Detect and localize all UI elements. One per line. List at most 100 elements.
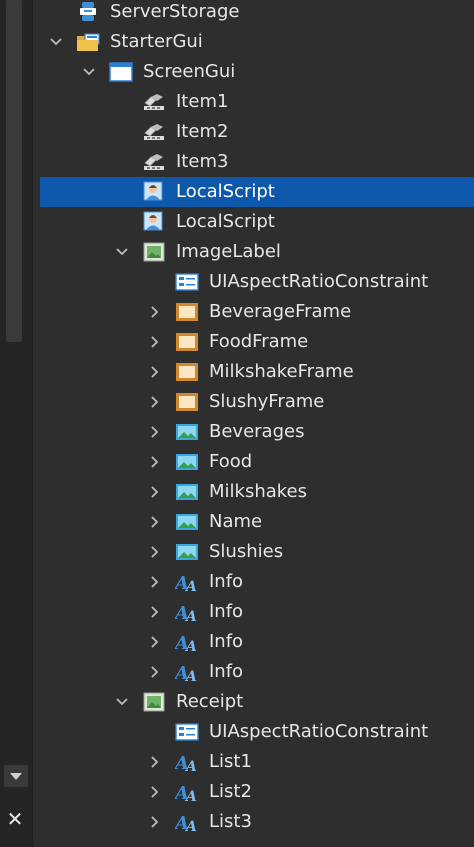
chevron-right-icon[interactable] — [146, 657, 164, 687]
chevron-right-icon[interactable] — [146, 327, 164, 357]
folder-gui-icon — [76, 31, 100, 53]
tree-row[interactable]: FoodFrame — [40, 327, 474, 357]
frame-icon — [175, 391, 199, 413]
tree-item-label: Item3 — [176, 151, 229, 172]
tree-item-label: Info — [209, 631, 244, 652]
tree-item-label: Info — [209, 661, 244, 682]
svg-text:A: A — [184, 579, 197, 593]
chevron-right-icon[interactable] — [146, 627, 164, 657]
text-label-icon: AA — [173, 571, 199, 595]
tree-item-label: MilkshakeFrame — [209, 361, 354, 382]
tree-row[interactable]: A A List1 — [40, 747, 474, 777]
image-label-icon — [142, 241, 166, 263]
constraint-icon — [175, 271, 199, 293]
text-label-icon: AA — [173, 601, 199, 625]
server-storage-icon — [76, 1, 100, 23]
tree-row[interactable]: LocalScript — [40, 177, 474, 207]
image-button-icon — [175, 511, 199, 533]
tree-row[interactable]: A A Info — [40, 567, 474, 597]
scrollbar-thumb[interactable] — [6, 0, 22, 342]
tree-row[interactable]: A A Info — [40, 657, 474, 687]
tree-item-label: ImageLabel — [176, 241, 281, 262]
chevron-right-icon[interactable] — [146, 507, 164, 537]
tree-row[interactable]: Receipt — [40, 687, 474, 717]
tree-row[interactable]: Slushies — [40, 537, 474, 567]
tree-row[interactable]: Item3 — [40, 147, 474, 177]
image-label-icon — [142, 691, 166, 713]
tree-row[interactable]: Item2 — [40, 117, 474, 147]
svg-text:A: A — [184, 819, 197, 833]
frame-icon — [175, 361, 199, 383]
chevron-right-icon[interactable] — [146, 777, 164, 807]
chevron-down-icon[interactable] — [47, 27, 65, 57]
tree-row[interactable]: Beverages — [40, 417, 474, 447]
tree-item-label: LocalScript — [176, 181, 275, 202]
tool-icon — [142, 121, 166, 143]
chevron-right-icon[interactable] — [146, 567, 164, 597]
text-label-icon: AA — [173, 631, 199, 655]
tree-item-label: Name — [209, 511, 263, 532]
tree-item-label: LocalScript — [176, 211, 275, 232]
tree-row[interactable]: ServerStorage — [40, 0, 474, 27]
tree-row[interactable]: ScreenGui — [40, 57, 474, 87]
frame-icon — [175, 301, 199, 323]
tree-row[interactable]: A A Info — [40, 597, 474, 627]
tree-row[interactable]: MilkshakeFrame — [40, 357, 474, 387]
image-button-icon — [175, 481, 199, 503]
close-icon[interactable]: ✕ — [2, 806, 28, 832]
screen-gui-icon — [109, 61, 133, 83]
tree-item-label: List3 — [209, 811, 252, 832]
tree-row[interactable]: Name — [40, 507, 474, 537]
tree-row[interactable]: LocalScript — [40, 207, 474, 237]
tool-icon — [142, 151, 166, 173]
chevron-right-icon[interactable] — [146, 477, 164, 507]
tree-item-label: UIAspectRatioConstraint — [209, 721, 429, 742]
chevron-right-icon[interactable] — [146, 747, 164, 777]
tree-item-label: ScreenGui — [143, 61, 236, 82]
tree-row[interactable]: A A List3 — [40, 807, 474, 837]
chevron-right-icon[interactable] — [146, 447, 164, 477]
svg-text:A: A — [184, 789, 197, 803]
scroll-down-icon[interactable] — [4, 765, 28, 787]
tree-row[interactable]: UIAspectRatioConstraint — [40, 717, 474, 747]
tree-row[interactable]: Item1 — [40, 87, 474, 117]
chevron-right-icon[interactable] — [146, 417, 164, 447]
svg-text:A: A — [184, 669, 197, 683]
tree-item-label: Item1 — [176, 91, 229, 112]
local-script-icon — [142, 181, 166, 203]
tree-row[interactable]: BeverageFrame — [40, 297, 474, 327]
tree-row[interactable]: StarterGui — [40, 27, 474, 57]
chevron-down-icon[interactable] — [80, 57, 98, 87]
tool-icon — [142, 91, 166, 113]
tree-item-label: Info — [209, 601, 244, 622]
tree-item-label: Milkshakes — [209, 481, 308, 502]
chevron-down-icon[interactable] — [113, 237, 131, 267]
tree-item-label: UIAspectRatioConstraint — [209, 271, 429, 292]
text-label-icon: AA — [173, 811, 199, 835]
svg-text:A: A — [184, 609, 197, 623]
chevron-right-icon[interactable] — [146, 357, 164, 387]
tree-item-label: ServerStorage — [110, 1, 240, 22]
tree-row[interactable]: Food — [40, 447, 474, 477]
tree-item-label: Food — [209, 451, 253, 472]
tree-row[interactable]: Milkshakes — [40, 477, 474, 507]
constraint-icon — [175, 721, 199, 743]
tree-row[interactable]: UIAspectRatioConstraint — [40, 267, 474, 297]
text-label-icon: AA — [173, 781, 199, 805]
tree-item-label: SlushyFrame — [209, 391, 325, 412]
tree-item-label: Info — [209, 571, 244, 592]
tree-row[interactable]: A A Info — [40, 627, 474, 657]
left-scrollbar[interactable]: ✕ — [0, 0, 33, 847]
explorer-tree: ServerStorage StarterGui ScreenGui Item1 Ite… — [40, 0, 474, 847]
tree-row[interactable]: A A List2 — [40, 777, 474, 807]
chevron-right-icon[interactable] — [146, 387, 164, 417]
chevron-right-icon[interactable] — [146, 297, 164, 327]
chevron-down-icon[interactable] — [113, 687, 131, 717]
tree-item-label: Item2 — [176, 121, 229, 142]
chevron-right-icon[interactable] — [146, 597, 164, 627]
tree-row[interactable]: SlushyFrame — [40, 387, 474, 417]
chevron-right-icon[interactable] — [146, 807, 164, 837]
chevron-right-icon[interactable] — [146, 537, 164, 567]
tree-row[interactable]: ImageLabel — [40, 237, 474, 267]
text-label-icon: AA — [173, 661, 199, 685]
